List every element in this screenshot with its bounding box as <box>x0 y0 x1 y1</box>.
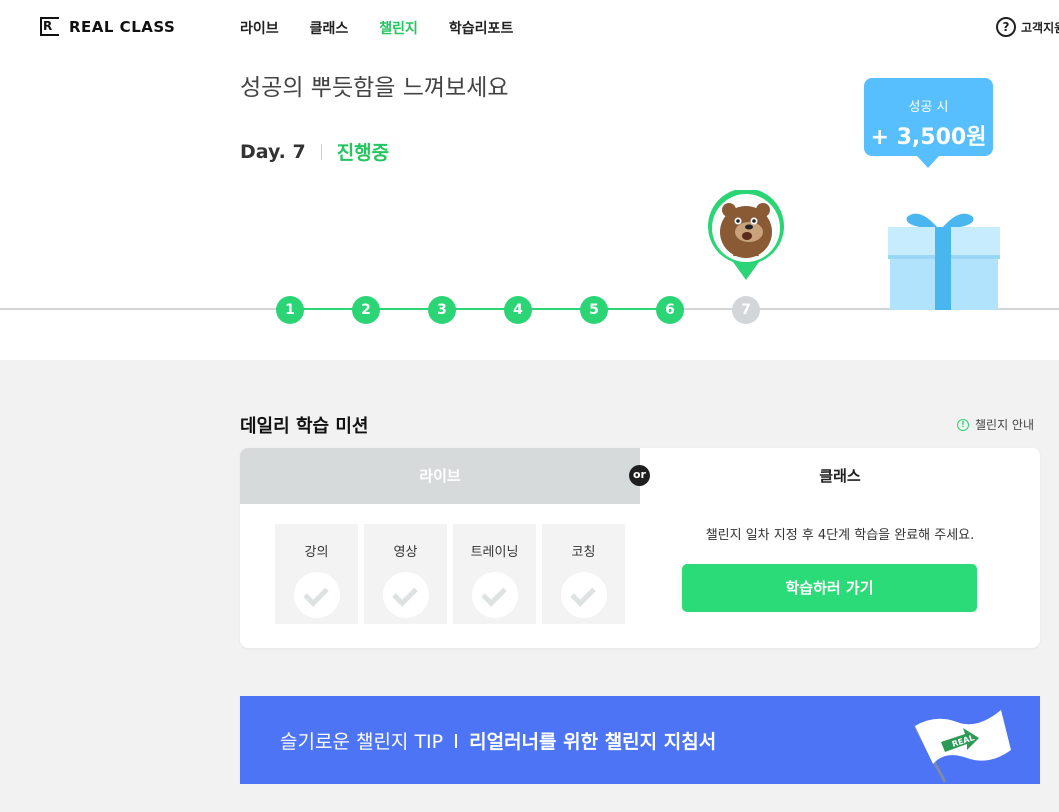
info-icon: ! <box>957 418 969 431</box>
tab-class[interactable]: 클래스 <box>640 448 1040 504</box>
class-description: 챌린지 일차 지정 후 4단계 학습을 완료해 주세요. <box>705 528 975 543</box>
reward-label: 성공 시 <box>908 100 949 115</box>
reward-amount: + 3,500원 <box>870 125 987 150</box>
gift-icon <box>888 213 1000 310</box>
nav-item-challenge[interactable]: 챌린지 <box>379 18 418 38</box>
live-item-video: 영상 <box>364 524 447 624</box>
divider <box>455 733 458 748</box>
challenge-guide-link[interactable]: ! 챌린지 안내 <box>957 416 1034 433</box>
nav-item-class[interactable]: 클래스 <box>310 18 349 38</box>
flag-icon: REAL <box>913 710 1011 782</box>
reward-bubble: 성공 시 + 3,500원 <box>864 78 993 168</box>
main-nav: 라이브 클래스 챌린지 학습리포트 <box>240 18 544 38</box>
live-item-label: 코칭 <box>571 545 596 560</box>
top-header: R REAL CLASS 라이브 클래스 챌린지 학습리포트 ? 고객지원 <box>0 0 1059 56</box>
step-4: 4 <box>504 296 532 324</box>
live-item-label: 영상 <box>393 545 418 560</box>
go-study-button[interactable]: 학습하러 가기 <box>682 564 977 612</box>
step-6: 6 <box>656 296 684 324</box>
day-status-row: Day. 7 진행중 <box>240 138 389 165</box>
check-icon <box>471 572 518 618</box>
live-item-coaching: 코칭 <box>542 524 625 624</box>
mission-title: 데일리 학습 미션 <box>240 416 369 437</box>
tip-text: 슬기로운 챌린지 TIP 리얼러너를 위한 챌린지 지침서 <box>280 727 716 754</box>
nav-item-report[interactable]: 학습리포트 <box>449 18 513 38</box>
hero-title: 성공의 뿌듯함을 느껴보세요 <box>240 75 509 101</box>
day-label: Day. 7 <box>240 140 306 163</box>
check-icon <box>293 572 340 618</box>
live-item-lecture: 강의 <box>275 524 358 624</box>
logo-mark: R <box>40 17 59 36</box>
status-badge: 진행중 <box>336 142 390 164</box>
tip-banner[interactable]: 슬기로운 챌린지 TIP 리얼러너를 위한 챌린지 지침서 REAL <box>240 696 1040 784</box>
step-1: 1 <box>276 296 304 324</box>
nav-item-live[interactable]: 라이브 <box>240 18 279 38</box>
guide-label: 챌린지 안내 <box>975 418 1035 432</box>
tip-prefix: 슬기로운 챌린지 TIP <box>280 731 444 753</box>
progress-track-filled <box>290 308 670 310</box>
bear-avatar-pin <box>708 190 784 280</box>
check-icon <box>560 572 607 618</box>
brand-logo[interactable]: R REAL CLASS <box>40 17 175 36</box>
help-button[interactable]: ? 고객지원 <box>996 17 1059 37</box>
logo-text: REAL CLASS <box>69 17 176 36</box>
check-icon <box>382 572 429 618</box>
help-label: 고객지원 <box>1021 20 1059 35</box>
step-7: 7 <box>732 296 760 324</box>
step-3: 3 <box>428 296 456 324</box>
step-5: 5 <box>580 296 608 324</box>
live-item-training: 트레이닝 <box>453 524 536 624</box>
or-badge: or <box>629 465 650 486</box>
live-item-label: 트레이닝 <box>470 545 519 560</box>
tip-title: 리얼러너를 위한 챌린지 지침서 <box>469 731 717 753</box>
question-icon: ? <box>996 17 1016 37</box>
step-2: 2 <box>352 296 380 324</box>
divider <box>320 143 322 160</box>
tab-live[interactable]: 라이브 <box>240 448 640 504</box>
live-item-label: 강의 <box>304 545 329 560</box>
